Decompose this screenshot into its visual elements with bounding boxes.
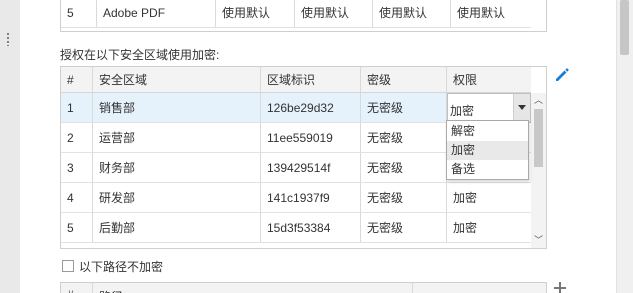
no-encrypt-checkbox[interactable]: [62, 260, 74, 272]
header-num: #: [61, 67, 93, 92]
zone-id: 11ee559019: [261, 123, 361, 152]
zone-id: 141c1937f9: [261, 183, 361, 212]
no-encrypt-label: 以下路径不加密: [79, 259, 164, 274]
page-scrollbar-thumb[interactable]: [620, 0, 629, 55]
row-number: 4: [61, 183, 93, 212]
left-panel-strip: [0, 0, 20, 293]
row-number: 3: [61, 153, 93, 182]
setting-cell: 使用默认: [216, 0, 295, 27]
row-number: 1: [61, 93, 93, 122]
zone-name: 运营部: [93, 123, 261, 152]
zone-id: 15d3f53384: [261, 213, 361, 242]
header-zone: 安全区域: [93, 67, 261, 92]
table-scrollbar[interactable]: ︿ ﹀: [531, 93, 546, 248]
zone-section-label: 授权在以下安全区域使用加密:: [60, 48, 220, 62]
program-table: 5 Adobe PDF 使用默认 使用默认 使用默认 使用默认: [60, 0, 547, 32]
setting-cell: 使用默认: [373, 0, 451, 27]
header-level: 密级: [361, 67, 447, 92]
zone-id: 139429514f: [261, 153, 361, 182]
zone-level: 无密级: [361, 93, 447, 122]
header-permission: 权限: [447, 67, 531, 92]
chevron-down-icon: [518, 105, 526, 110]
table-header: # 路径: [61, 283, 548, 293]
zone-level: 无密级: [361, 123, 447, 152]
header-num: #: [61, 283, 93, 293]
header-zone-id: 区域标识: [261, 67, 361, 92]
scroll-down-icon[interactable]: ﹀: [534, 236, 543, 245]
zone-name: 财务部: [93, 153, 261, 182]
zone-id: 126be29d32: [261, 93, 361, 122]
scrollbar-thumb[interactable]: [534, 109, 543, 167]
program-name: Adobe PDF: [97, 0, 216, 27]
no-encrypt-option[interactable]: 以下路径不加密: [62, 258, 163, 274]
zone-level: 无密级: [361, 183, 447, 212]
zone-name: 后勤部: [93, 213, 261, 242]
zone-level: 无密级: [361, 153, 447, 182]
dropdown-option-alternative[interactable]: 备选: [447, 160, 528, 179]
table-row[interactable]: 4 研发部 141c1937f9 无密级 加密: [61, 183, 531, 213]
plus-icon[interactable]: [553, 281, 567, 293]
setting-cell: 使用默认: [295, 0, 373, 27]
permission-select-value: 加密: [450, 104, 475, 118]
drag-handle-icon[interactable]: [6, 32, 10, 46]
dropdown-option-encrypt[interactable]: 加密: [447, 141, 528, 160]
path-table: # 路径: [60, 282, 547, 293]
dropdown-option-decrypt[interactable]: 解密: [447, 122, 528, 141]
permission-dropdown-list: 解密 加密 备选: [446, 120, 529, 180]
table-header: # 安全区域 区域标识 密级 权限: [61, 67, 531, 93]
zone-name: 销售部: [93, 93, 261, 122]
table-row[interactable]: 5 Adobe PDF 使用默认 使用默认 使用默认 使用默认: [61, 0, 531, 28]
row-number: 5: [61, 0, 97, 27]
setting-cell: 使用默认: [457, 6, 506, 20]
zone-level: 无密级: [361, 213, 447, 242]
dropdown-button[interactable]: [513, 94, 530, 122]
zone-permission[interactable]: 加密: [447, 183, 531, 212]
row-number: 5: [61, 213, 93, 242]
scroll-up-icon[interactable]: ︿: [534, 96, 543, 105]
zone-permission[interactable]: 加密: [447, 213, 531, 242]
zone-name: 研发部: [93, 183, 261, 212]
table-row[interactable]: 5 后勤部 15d3f53384 无密级 加密: [61, 213, 531, 243]
permission-select[interactable]: 加密: [447, 93, 531, 123]
header-path: 路径: [93, 283, 413, 293]
row-number: 2: [61, 123, 93, 152]
pencil-icon[interactable]: [553, 66, 571, 84]
